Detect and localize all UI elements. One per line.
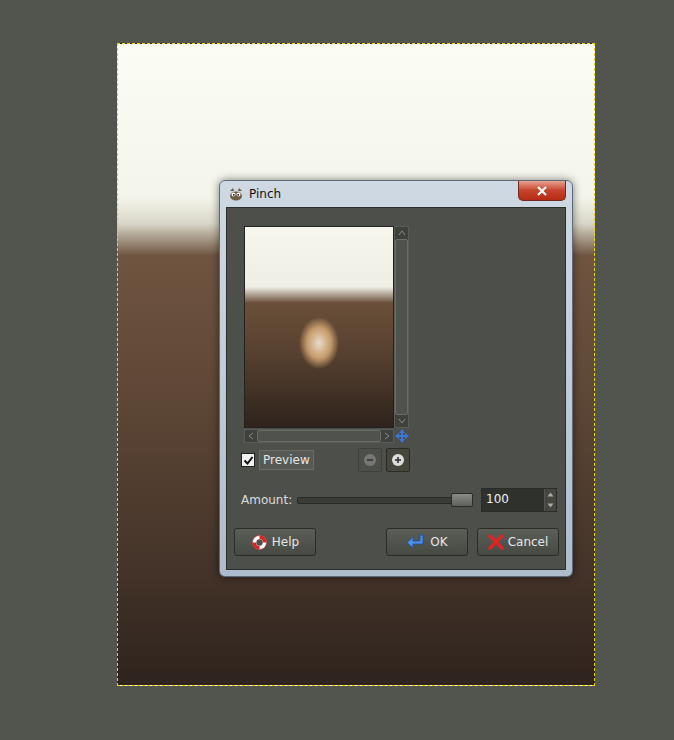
preview-image[interactable] [244,226,394,428]
scroll-left-icon [248,432,254,440]
title-bar[interactable]: Pinch [226,181,566,207]
slider-handle[interactable] [451,493,473,507]
ok-button[interactable]: OK [386,528,468,556]
zoom-out-button [358,448,382,472]
dialog-body: Preview Amount: 100 Help OK Cancel [226,207,566,570]
lifebuoy-icon [251,534,268,551]
cancel-x-icon [488,534,504,550]
cancel-button[interactable]: Cancel [477,528,559,556]
close-button[interactable] [518,181,566,201]
amount-value[interactable]: 100 [482,489,544,511]
enter-arrow-icon [406,534,426,550]
scroll-thumb[interactable] [257,430,381,442]
gimp-icon [228,187,244,201]
gimp-workspace: Pinch Preview Amount: 100 Help OK Cancel [0,0,674,740]
horizontal-scrollbar[interactable] [244,429,394,443]
navigate-icon[interactable] [395,429,409,443]
spin-arrows[interactable] [544,489,556,511]
zoom-in-button[interactable] [386,448,410,472]
amount-row: Amount: 100 [241,488,559,512]
scroll-thumb[interactable] [395,239,408,415]
zoom-in-icon [391,453,405,467]
scroll-down-icon [398,418,406,424]
button-row: Help OK Cancel [234,528,559,556]
preview-checkbox[interactable]: Preview [241,450,314,470]
button-label[interactable]: Help [272,535,299,549]
preview-label[interactable]: Preview [259,450,314,470]
preview-area: Preview [244,226,410,472]
amount-spinbox[interactable]: 100 [481,488,557,512]
scroll-up-icon [398,230,406,236]
check-icon [243,455,254,466]
vertical-scrollbar[interactable] [394,226,409,428]
checkbox-box[interactable] [241,453,255,467]
button-label[interactable]: OK [430,535,447,549]
help-button[interactable]: Help [234,528,316,556]
zoom-out-icon [363,453,377,467]
button-label[interactable]: Cancel [508,535,549,549]
pinch-dialog: Pinch Preview Amount: 100 Help OK Cancel [219,180,573,577]
amount-slider[interactable] [297,493,471,507]
amount-label: Amount: [241,493,297,507]
spin-up-icon[interactable] [547,492,554,497]
spin-down-icon[interactable] [547,503,554,508]
window-title: Pinch [249,187,513,201]
scroll-right-icon [384,432,390,440]
close-icon [537,186,547,196]
